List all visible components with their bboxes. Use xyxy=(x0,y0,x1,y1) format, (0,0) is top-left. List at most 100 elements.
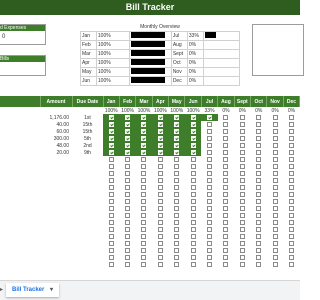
paid-checkbox[interactable] xyxy=(239,142,245,148)
paid-checkbox[interactable] xyxy=(256,170,262,176)
paid-checkbox[interactable] xyxy=(207,184,213,190)
paid-checkbox[interactable] xyxy=(141,142,147,148)
paid-checkbox[interactable] xyxy=(141,121,147,127)
paid-checkbox[interactable] xyxy=(157,198,163,204)
paid-checkbox[interactable] xyxy=(190,233,196,239)
paid-checkbox[interactable] xyxy=(272,191,278,197)
paid-checkbox[interactable] xyxy=(239,121,245,127)
paid-checkbox[interactable] xyxy=(256,191,262,197)
paid-checkbox[interactable] xyxy=(288,205,294,211)
due-date-cell[interactable] xyxy=(72,184,103,191)
paid-checkbox[interactable] xyxy=(157,128,163,134)
paid-checkbox[interactable] xyxy=(141,233,147,239)
paid-checkbox[interactable] xyxy=(190,149,196,155)
due-date-cell[interactable]: 2nd xyxy=(72,142,103,149)
paid-checkbox[interactable] xyxy=(207,177,213,183)
amount-cell[interactable]: 20.00 xyxy=(40,149,72,156)
paid-checkbox[interactable] xyxy=(108,205,114,211)
paid-checkbox[interactable] xyxy=(223,247,229,253)
paid-checkbox[interactable] xyxy=(256,219,262,225)
paid-checkbox[interactable] xyxy=(207,149,213,155)
paid-checkbox[interactable] xyxy=(288,149,294,155)
paid-checkbox[interactable] xyxy=(207,198,213,204)
paid-checkbox[interactable] xyxy=(141,170,147,176)
paid-checkbox[interactable] xyxy=(207,212,213,218)
paid-checkbox[interactable] xyxy=(223,198,229,204)
paid-checkbox[interactable] xyxy=(288,114,294,120)
paid-checkbox[interactable] xyxy=(174,177,180,183)
paid-checkbox[interactable] xyxy=(141,212,147,218)
bill-name-cell[interactable] xyxy=(0,135,40,142)
paid-checkbox[interactable] xyxy=(108,163,114,169)
paid-checkbox[interactable] xyxy=(223,177,229,183)
paid-checkbox[interactable] xyxy=(108,198,114,204)
paid-checkbox[interactable] xyxy=(207,233,213,239)
paid-checkbox[interactable] xyxy=(256,212,262,218)
paid-checkbox[interactable] xyxy=(223,149,229,155)
paid-checkbox[interactable] xyxy=(190,114,196,120)
due-date-cell[interactable] xyxy=(72,177,103,184)
paid-checkbox[interactable] xyxy=(108,212,114,218)
paid-checkbox[interactable] xyxy=(190,205,196,211)
paid-checkbox[interactable] xyxy=(207,128,213,134)
paid-checkbox[interactable] xyxy=(239,191,245,197)
amount-cell[interactable] xyxy=(40,184,72,191)
paid-checkbox[interactable] xyxy=(141,261,147,267)
paid-checkbox[interactable] xyxy=(207,121,213,127)
paid-checkbox[interactable] xyxy=(256,247,262,253)
paid-checkbox[interactable] xyxy=(207,135,213,141)
amount-cell[interactable]: 48.00 xyxy=(40,142,72,149)
paid-checkbox[interactable] xyxy=(157,247,163,253)
paid-checkbox[interactable] xyxy=(239,177,245,183)
paid-checkbox[interactable] xyxy=(174,121,180,127)
paid-checkbox[interactable] xyxy=(288,219,294,225)
bill-name-cell[interactable] xyxy=(0,156,40,163)
paid-checkbox[interactable] xyxy=(256,254,262,260)
amount-cell[interactable]: 60.00 xyxy=(40,128,72,135)
paid-checkbox[interactable] xyxy=(190,128,196,134)
paid-checkbox[interactable] xyxy=(157,170,163,176)
paid-checkbox[interactable] xyxy=(141,177,147,183)
paid-checkbox[interactable] xyxy=(288,233,294,239)
paid-checkbox[interactable] xyxy=(125,156,131,162)
due-date-cell[interactable] xyxy=(72,219,103,226)
paid-checkbox[interactable] xyxy=(141,219,147,225)
paid-checkbox[interactable] xyxy=(256,261,262,267)
paid-checkbox[interactable] xyxy=(239,114,245,120)
paid-checkbox[interactable] xyxy=(157,226,163,232)
paid-checkbox[interactable] xyxy=(239,135,245,141)
paid-checkbox[interactable] xyxy=(223,128,229,134)
paid-checkbox[interactable] xyxy=(125,149,131,155)
bill-name-cell[interactable] xyxy=(0,247,40,254)
paid-checkbox[interactable] xyxy=(157,184,163,190)
amount-cell[interactable]: 40.00 xyxy=(40,121,72,128)
paid-checkbox[interactable] xyxy=(141,247,147,253)
paid-checkbox[interactable] xyxy=(207,170,213,176)
paid-checkbox[interactable] xyxy=(239,240,245,246)
paid-checkbox[interactable] xyxy=(272,121,278,127)
paid-checkbox[interactable] xyxy=(125,135,131,141)
paid-checkbox[interactable] xyxy=(223,170,229,176)
paid-checkbox[interactable] xyxy=(174,191,180,197)
paid-checkbox[interactable] xyxy=(223,184,229,190)
paid-checkbox[interactable] xyxy=(108,121,114,127)
paid-checkbox[interactable] xyxy=(288,170,294,176)
paid-checkbox[interactable] xyxy=(223,114,229,120)
paid-checkbox[interactable] xyxy=(256,142,262,148)
paid-checkbox[interactable] xyxy=(223,226,229,232)
paid-checkbox[interactable] xyxy=(174,226,180,232)
paid-checkbox[interactable] xyxy=(108,114,114,120)
paid-checkbox[interactable] xyxy=(223,191,229,197)
paid-checkbox[interactable] xyxy=(190,177,196,183)
paid-checkbox[interactable] xyxy=(239,149,245,155)
paid-checkbox[interactable] xyxy=(190,156,196,162)
paid-checkbox[interactable] xyxy=(157,135,163,141)
paid-checkbox[interactable] xyxy=(125,142,131,148)
bill-name-cell[interactable] xyxy=(0,240,40,247)
bill-name-cell[interactable] xyxy=(0,128,40,135)
amount-cell[interactable] xyxy=(40,226,72,233)
paid-checkbox[interactable] xyxy=(223,163,229,169)
due-date-cell[interactable] xyxy=(72,212,103,219)
paid-checkbox[interactable] xyxy=(256,156,262,162)
paid-checkbox[interactable] xyxy=(125,247,131,253)
